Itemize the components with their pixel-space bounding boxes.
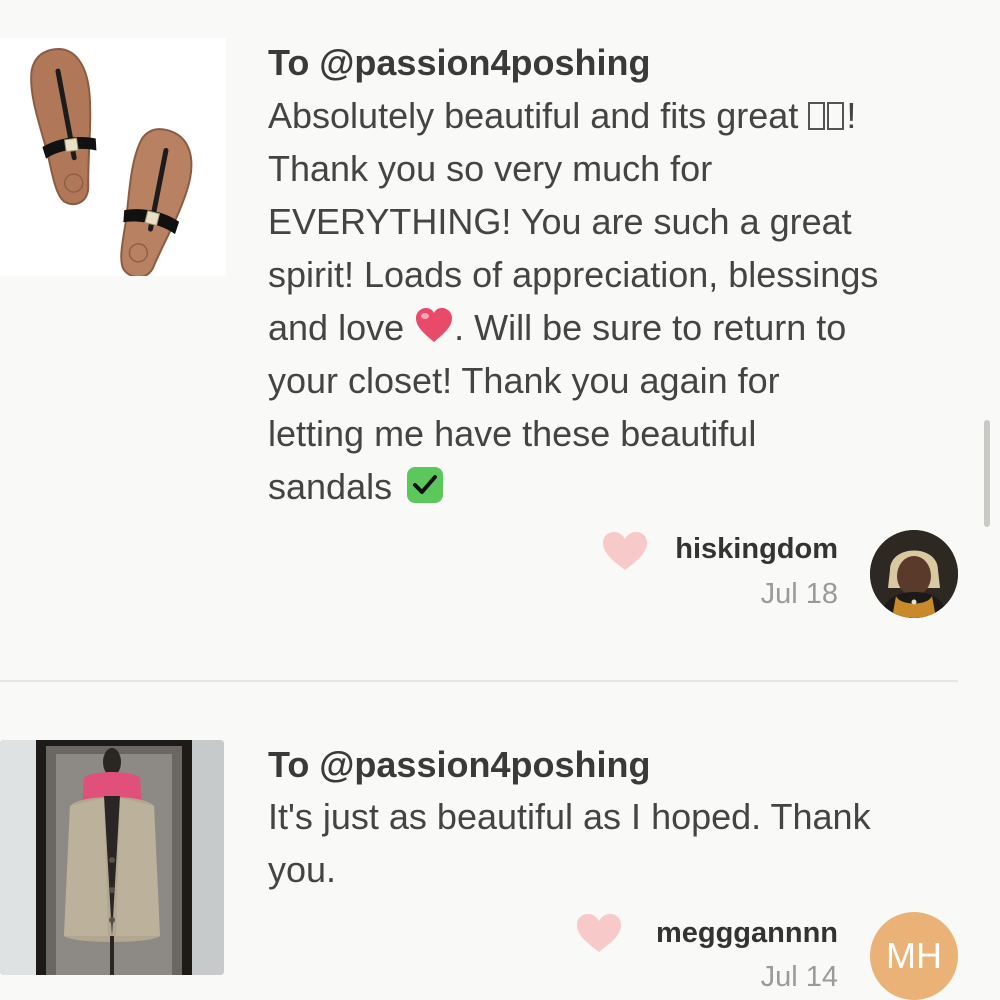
message-text: Absolutely beautiful and fits great (268, 95, 809, 136)
scrollbar[interactable] (984, 420, 990, 527)
user-photo (870, 530, 958, 618)
message-line: sandals (268, 460, 968, 513)
listing-thumbnail-cardigan[interactable] (0, 740, 224, 975)
reviewer-avatar[interactable]: MH (870, 912, 958, 1000)
message-line: Absolutely beautiful and fits great ! (268, 89, 968, 142)
message-line: and love . Will be sure to return to (268, 301, 968, 354)
review-message: Absolutely beautiful and fits great ! Th… (268, 89, 968, 513)
like-heart-icon[interactable] (602, 531, 648, 571)
like-heart-icon[interactable] (576, 913, 622, 953)
listing-thumbnail-sandals[interactable] (0, 38, 226, 276)
cardigan-image (0, 740, 224, 975)
missing-glyph-icon (827, 102, 845, 130)
review-message: It's just as beautiful as I hoped. Thank… (268, 790, 968, 896)
sandals-image (0, 38, 226, 276)
message-line: your closet! Thank you again for (268, 360, 780, 401)
message-text: . Will be sure to return to (454, 307, 847, 348)
message-line: letting me have these beautiful (268, 413, 757, 454)
avatar-initials: MH (886, 935, 942, 976)
reviewer-username[interactable]: megggannnn (656, 917, 838, 950)
recipient-label: To @passion4poshing (268, 744, 651, 785)
missing-glyph-icon (808, 102, 826, 130)
message-text: ! (846, 95, 857, 136)
recipient-label: To @passion4poshing (268, 42, 651, 83)
message-line: EVERYTHING! You are such a great (268, 201, 852, 242)
message-text: sandals (268, 466, 403, 507)
message-line: Thank you so very much for (268, 148, 713, 189)
review-date: Jul 14 (760, 961, 838, 993)
message-text: and love (268, 307, 415, 348)
message-line: spirit! Loads of appreciation, blessings (268, 254, 879, 295)
review-date: Jul 18 (760, 578, 838, 610)
message-line: you. (268, 849, 337, 890)
heart-emoji-icon (416, 308, 453, 342)
check-mark-emoji-icon (407, 467, 444, 503)
message-line: It's just as beautiful as I hoped. Thank (268, 796, 871, 837)
reviewer-avatar[interactable] (870, 530, 958, 618)
reviewer-username[interactable]: hiskingdom (675, 533, 838, 566)
